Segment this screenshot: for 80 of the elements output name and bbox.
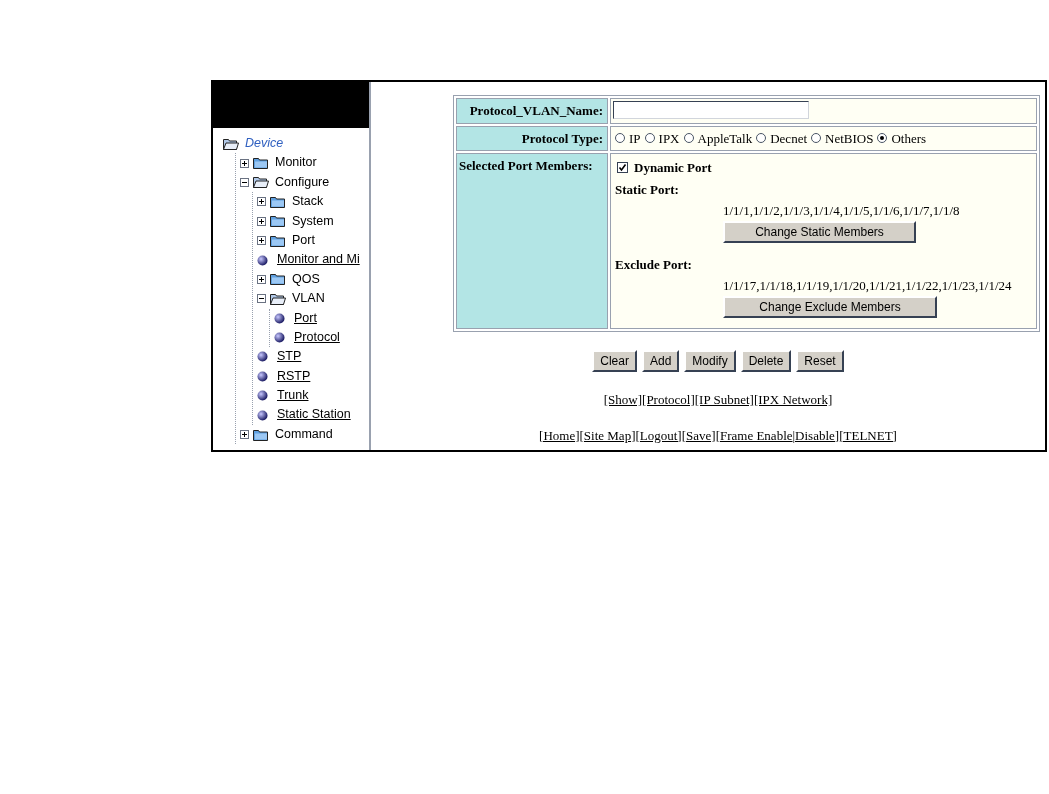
radio-button[interactable]	[877, 133, 888, 144]
field-label: Protocol Type:	[456, 125, 608, 151]
radio-button[interactable]	[811, 133, 821, 144]
tree-link[interactable]: Protocol	[294, 327, 340, 348]
nav-link[interactable]: |Disable]	[792, 425, 840, 445]
tree-folder-item[interactable]: Configure	[275, 172, 330, 193]
expand-toggle-icon[interactable]	[240, 430, 249, 440]
port-list: 1/1/1,1/1/2,1/1/3,1/1/4,1/1/5,1/1/6,1/1/7,1/1/8	[723, 201, 1032, 221]
ball-icon	[257, 254, 268, 266]
radio-label: Decnet	[770, 129, 807, 148]
radio-button[interactable]	[615, 133, 625, 144]
folder-icon	[270, 234, 286, 247]
change-static-members-button[interactable]: Change Static Members	[723, 220, 916, 243]
section-label: Static Port:	[615, 180, 680, 199]
checkbox[interactable]	[617, 162, 628, 174]
nav-link[interactable]: [Frame Enable	[715, 425, 793, 445]
ball-icon	[257, 409, 268, 421]
expand-toggle-icon[interactable]	[257, 274, 266, 284]
nav-link[interactable]: [Home]	[539, 425, 580, 445]
tree-link[interactable]: Trunk	[277, 386, 309, 406]
expand-toggle-icon[interactable]	[257, 216, 266, 226]
tree-root-link[interactable]: Device	[245, 134, 284, 154]
expand-toggle-icon[interactable]	[257, 197, 266, 207]
nav-link[interactable]: [IPX Network]	[753, 390, 833, 410]
field-label: Selected Port Members:	[456, 153, 608, 329]
tree-link[interactable]: RSTP	[277, 366, 311, 387]
collapse-toggle-icon[interactable]	[240, 177, 249, 187]
nav-link[interactable]: [Logout]	[635, 425, 682, 445]
tree-folder-item[interactable]: QOS	[292, 269, 320, 290]
open-folder-icon	[253, 176, 269, 189]
open-folder-icon	[270, 292, 286, 305]
folder-icon	[270, 273, 286, 286]
folder-icon	[270, 195, 286, 208]
nav-link[interactable]: [Save]	[681, 425, 716, 445]
form-button[interactable]: Modify	[684, 350, 736, 372]
folder-icon	[270, 215, 286, 228]
radio-label: NetBIOS	[825, 129, 874, 148]
radio-label: AppleTalk	[697, 129, 753, 148]
tree-folder-item[interactable]: VLAN	[292, 289, 325, 309]
tree-link[interactable]: Static Station	[277, 405, 351, 425]
form-button[interactable]: Clear	[592, 350, 637, 372]
ball-icon	[257, 390, 268, 402]
folder-icon	[253, 428, 269, 441]
nav-link[interactable]: [TELNET]	[839, 425, 897, 445]
field-label: Protocol_VLAN_Name:	[456, 98, 608, 124]
checkbox-label: Dynamic Port	[634, 159, 712, 177]
nav-link[interactable]: [Protocol]	[642, 390, 695, 410]
name-input-field[interactable]	[613, 100, 809, 119]
nav-link[interactable]: [Site Map]	[579, 425, 636, 445]
ball-icon	[257, 351, 268, 363]
tree-folder-item[interactable]: Monitor	[275, 153, 317, 173]
tree-link[interactable]: Port	[294, 308, 317, 328]
change-exclude-members-button[interactable]: Change Exclude Members	[723, 295, 937, 318]
radio-label: Others	[891, 129, 927, 148]
tree-folder-item[interactable]: Command	[275, 424, 333, 445]
tree-folder-item[interactable]: Port	[292, 230, 315, 251]
tree-folder-item[interactable]: System	[292, 211, 334, 231]
ball-icon	[274, 332, 285, 344]
radio-button[interactable]	[644, 133, 655, 144]
radio-button[interactable]	[683, 133, 694, 144]
tree-folder-item[interactable]: Stack	[292, 192, 324, 212]
form-button[interactable]: Add	[641, 350, 680, 372]
radio-button[interactable]	[756, 133, 767, 144]
tree-link[interactable]: Monitor and Mi	[277, 250, 360, 270]
nav-link[interactable]: [IP Subnet]	[694, 390, 754, 410]
form-button[interactable]: Reset	[796, 350, 844, 372]
radio-label: IP	[629, 129, 641, 148]
collapse-toggle-icon[interactable]	[257, 294, 266, 304]
expand-toggle-icon[interactable]	[240, 158, 249, 168]
folder-icon	[253, 157, 269, 170]
section-label: Exclude Port:	[615, 255, 693, 274]
tree-link[interactable]: STP	[277, 347, 302, 367]
expand-toggle-icon[interactable]	[257, 236, 266, 246]
ball-icon	[274, 312, 285, 324]
port-list: 1/1/17,1/1/18,1/1/19,1/1/20,1/1/21,1/1/22,1/1/23,1/1/24	[723, 276, 1032, 296]
radio-label: IPX	[658, 129, 680, 148]
nav-link[interactable]: [Show]	[603, 390, 643, 410]
ball-icon	[257, 370, 268, 382]
form-button[interactable]: Delete	[740, 350, 792, 372]
open-folder-icon	[223, 137, 239, 150]
